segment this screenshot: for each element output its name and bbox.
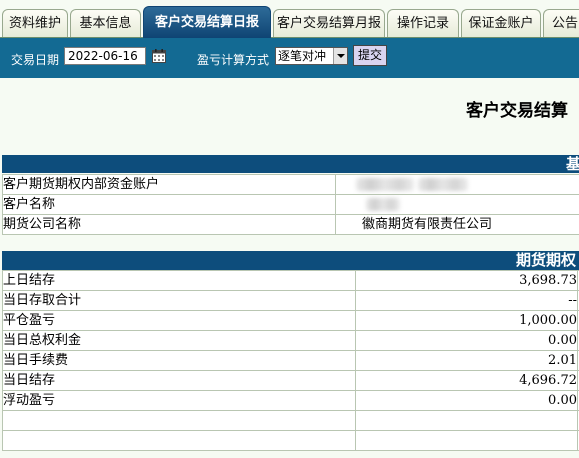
row-value: 0.00 <box>355 330 578 351</box>
submit-button[interactable]: 提交 <box>353 45 387 66</box>
row-label: 当日存取合计 <box>2 290 356 311</box>
row-label: 平仓盈亏 <box>2 310 356 331</box>
table-row: 当日总权利金 0.00 <box>2 330 579 351</box>
row-label: 浮动盈亏 <box>2 390 356 411</box>
row-value: 4,696.72 <box>355 370 578 391</box>
chevron-down-icon[interactable] <box>333 48 347 64</box>
table-row: 期货公司名称 徽商期货有限责任公司 <box>2 214 579 235</box>
row-label: 当日结存 <box>2 370 356 391</box>
row-label: 客户名称 <box>2 194 336 215</box>
table-row: 当日手续费 2.01 <box>2 350 579 371</box>
row-label <box>2 410 356 431</box>
table-row: 当日存取合计 -- <box>2 290 579 311</box>
row-label <box>2 430 356 451</box>
row-value <box>355 430 578 451</box>
client-name-redacted <box>335 194 579 215</box>
row-value: 3,698.73 <box>355 270 578 291</box>
basic-section-header: 基 <box>2 155 579 173</box>
tab-monthly-report[interactable]: 客户交易结算月报 <box>273 9 385 37</box>
report-title: 客户交易结算 <box>466 101 568 121</box>
tab-basic-info[interactable]: 基本信息 <box>70 9 141 37</box>
row-label: 上日结存 <box>2 270 356 291</box>
calendar-icon[interactable] <box>152 49 166 63</box>
row-value: 1,000.00 <box>355 310 578 331</box>
table-row <box>2 430 579 451</box>
account-value-redacted <box>335 174 579 195</box>
table-row: 当日结存 4,696.72 <box>2 370 579 391</box>
table-row: 浮动盈亏 0.00 <box>2 390 579 411</box>
row-value: 0.00 <box>355 390 578 411</box>
date-label: 交易日期 <box>11 53 60 67</box>
row-label: 当日总权利金 <box>2 330 356 351</box>
tab-operation-log[interactable]: 操作记录 <box>387 9 459 37</box>
query-toolbar: 交易日期 2022-06-16 盈亏计算方式 逐笔对冲 提交 <box>0 38 579 78</box>
company-name-value: 徽商期货有限责任公司 <box>335 214 579 235</box>
tab-margin-account[interactable]: 保证金账户 <box>461 9 541 37</box>
basic-section-header-text: 基 <box>566 155 579 173</box>
calc-method-label: 盈亏计算方式 <box>197 53 270 67</box>
basic-info-table: 客户期货期权内部资金账户 客户名称 期货公司名称 徽商期货有限责任公司 <box>2 174 579 235</box>
table-row <box>2 410 579 431</box>
row-label: 期货公司名称 <box>2 214 336 235</box>
row-label: 客户期货期权内部资金账户 <box>2 174 336 195</box>
funds-section-header: 期货期权 <box>2 251 579 270</box>
tab-info-maintenance[interactable]: 资料维护 <box>2 9 68 37</box>
table-row: 平仓盈亏 1,000.00 <box>2 310 579 331</box>
date-input[interactable]: 2022-06-16 <box>64 47 146 65</box>
calc-method-select[interactable]: 逐笔对冲 <box>275 47 348 65</box>
row-label: 当日手续费 <box>2 350 356 371</box>
calc-method-selected: 逐笔对冲 <box>278 49 327 63</box>
funds-section-header-text: 期货期权 <box>516 251 577 269</box>
tab-daily-report[interactable]: 客户交易结算日报 <box>143 6 271 38</box>
table-row: 客户名称 <box>2 194 579 215</box>
row-value: 2.01 <box>355 350 578 371</box>
tab-bar: 资料维护 基本信息 客户交易结算日报 客户交易结算月报 操作记录 保证金账户 公… <box>0 0 579 38</box>
funds-table: 上日结存 3,698.73 当日存取合计 -- 平仓盈亏 1,000.00 当日总权利… <box>2 270 579 451</box>
table-row: 客户期货期权内部资金账户 <box>2 174 579 195</box>
tab-announcement[interactable]: 公告 <box>543 9 579 37</box>
row-value: -- <box>355 290 578 311</box>
row-value <box>355 410 578 431</box>
table-row: 上日结存 3,698.73 <box>2 270 579 291</box>
